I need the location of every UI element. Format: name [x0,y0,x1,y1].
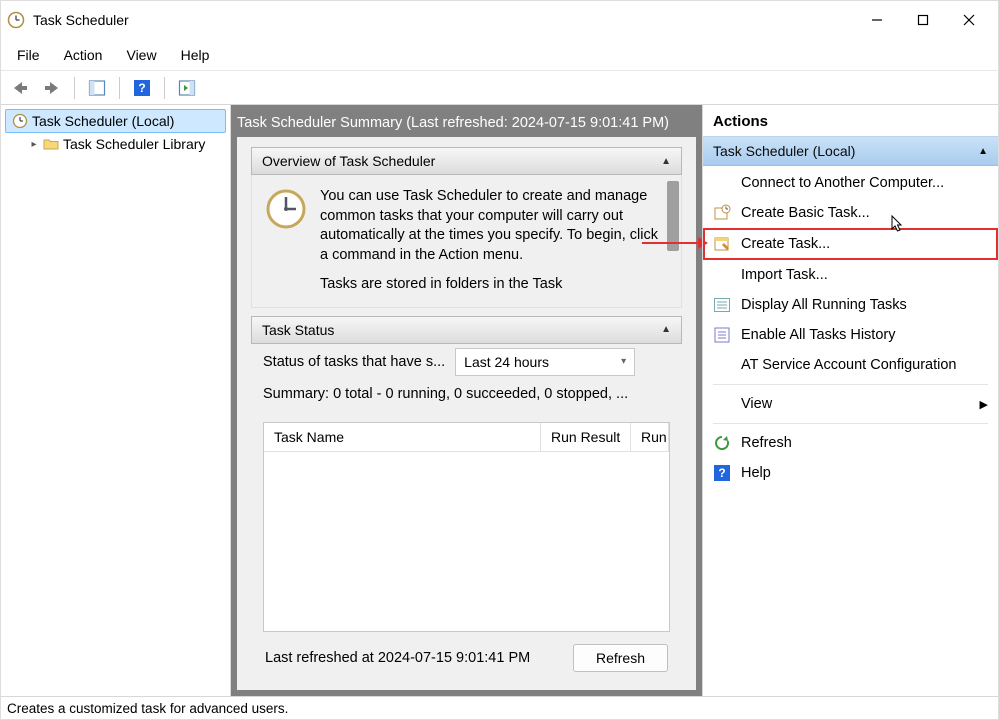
status-period-select[interactable]: Last 24 hours ▾ [455,348,635,376]
status-period-value: Last 24 hours [464,354,549,370]
actions-scope-label: Task Scheduler (Local) [713,143,855,159]
folder-icon [43,136,59,152]
action-label: Import Task... [741,267,828,283]
toolbar-treeview-button[interactable] [84,75,110,101]
refresh-icon [713,434,731,452]
action-create-basic-task[interactable]: Create Basic Task... [703,198,998,228]
create-task-icon [713,235,731,253]
tree-root-label: Task Scheduler (Local) [32,113,174,129]
col-task-name[interactable]: Task Name [264,423,541,451]
window-title: Task Scheduler [33,12,129,28]
close-button[interactable] [946,5,992,35]
status-header[interactable]: Task Status ▲ [251,316,682,344]
action-label: View [741,396,772,412]
blank-icon [713,356,731,374]
action-label: Create Basic Task... [741,205,870,221]
refresh-button[interactable]: Refresh [573,644,668,672]
toolbar: ? [1,71,998,105]
action-label: AT Service Account Configuration [741,357,956,373]
basic-task-icon [713,204,731,222]
action-label: Create Task... [741,236,830,252]
tree-library[interactable]: ▸ Task Scheduler Library [23,133,226,155]
statusbar-text: Creates a customized task for advanced u… [7,701,288,716]
svg-text:?: ? [718,466,725,480]
summary-header: Task Scheduler Summary (Last refreshed: … [237,111,696,137]
blank-icon [713,174,731,192]
overview-para2: Tasks are stored in folders in the Task [320,275,669,295]
overview-para1: You can use Task Scheduler to create and… [320,187,669,265]
tree-root[interactable]: Task Scheduler (Local) [5,109,226,133]
action-view[interactable]: View ▶ [703,389,998,419]
status-summary: Summary: 0 total - 0 running, 0 succeede… [251,386,682,402]
blank-icon [713,395,731,413]
toolbar-actionpane-button[interactable] [174,75,200,101]
action-at-service-account-configuration[interactable]: AT Service Account Configuration [703,350,998,380]
status-label: Status of tasks that have s... [263,354,445,370]
toolbar-help-button[interactable]: ? [129,75,155,101]
chevron-up-icon: ▲ [661,324,671,335]
action-help[interactable]: ? Help [703,458,998,488]
chevron-right-icon: ▶ [980,398,988,411]
overview-header[interactable]: Overview of Task Scheduler ▲ [251,147,682,175]
actions-scope[interactable]: Task Scheduler (Local) ▲ [703,136,998,166]
action-import-task[interactable]: Import Task... [703,260,998,290]
center-pane: Task Scheduler Summary (Last refreshed: … [231,105,702,696]
tree-pane: Task Scheduler (Local) ▸ Task Scheduler … [1,105,231,696]
actions-title: Actions [703,105,998,136]
action-display-all-running-tasks[interactable]: Display All Running Tasks [703,290,998,320]
nav-back-button[interactable] [7,75,33,101]
overview-box: You can use Task Scheduler to create and… [251,175,682,308]
running-tasks-icon [713,296,731,314]
menu-help[interactable]: Help [171,43,220,67]
chevron-down-icon: ▾ [621,356,626,367]
action-connect-to-another-computer[interactable]: Connect to Another Computer... [703,168,998,198]
action-create-task[interactable]: Create Task... [703,228,998,260]
action-refresh[interactable]: Refresh [703,428,998,458]
overview-scrollbar[interactable] [665,175,681,307]
tree-library-label: Task Scheduler Library [63,136,205,152]
col-run[interactable]: Run [631,423,669,451]
action-label: Enable All Tasks History [741,327,895,343]
minimize-button[interactable] [854,5,900,35]
history-icon [713,326,731,344]
chevron-up-icon: ▲ [661,156,671,167]
chevron-right-icon: ▸ [29,139,39,150]
action-label: Refresh [741,435,792,451]
help-icon: ? [713,464,731,482]
status-title: Task Status [262,322,334,338]
action-label: Help [741,465,771,481]
col-run-result[interactable]: Run Result [541,423,631,451]
chevron-up-icon: ▲ [978,146,988,157]
actions-pane: Actions Task Scheduler (Local) ▲ Connect… [702,105,998,696]
action-enable-all-tasks-history[interactable]: Enable All Tasks History [703,320,998,350]
titlebar: Task Scheduler [1,1,998,39]
menubar: File Action View Help [1,39,998,71]
menu-file[interactable]: File [7,43,50,67]
action-label: Connect to Another Computer... [741,175,944,191]
menu-view[interactable]: View [116,43,166,67]
nav-forward-button[interactable] [39,75,65,101]
menu-action[interactable]: Action [54,43,113,67]
statusbar: Creates a customized task for advanced u… [1,697,998,719]
overview-title: Overview of Task Scheduler [262,153,435,169]
task-table: Task Name Run Result Run [263,422,670,632]
blank-icon [713,266,731,284]
app-icon [7,11,25,29]
clock-icon [12,113,28,129]
maximize-button[interactable] [900,5,946,35]
clock-large-icon [264,187,308,231]
action-label: Display All Running Tasks [741,297,907,313]
last-refreshed-text: Last refreshed at 2024-07-15 9:01:41 PM [265,650,530,666]
svg-text:?: ? [138,81,145,95]
